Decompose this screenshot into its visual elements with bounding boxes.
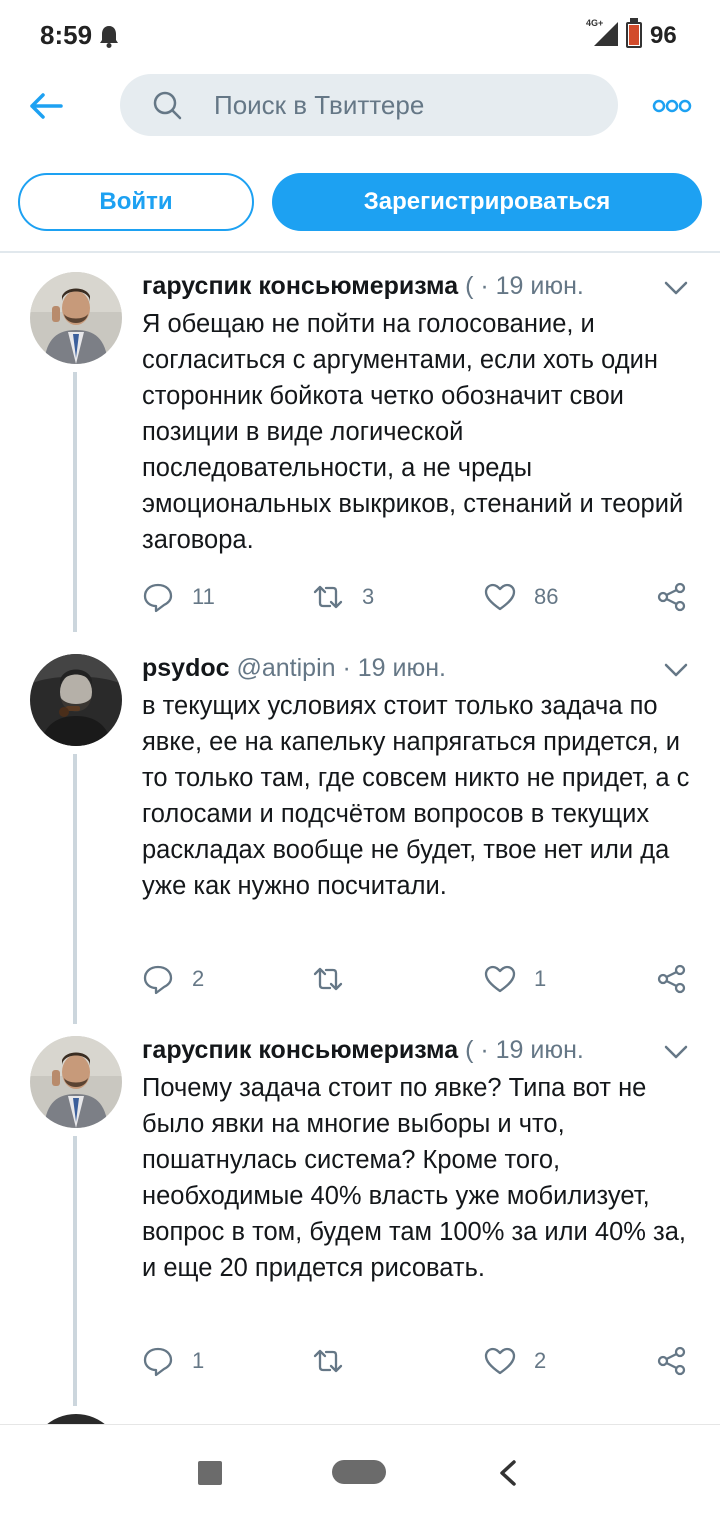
avatar[interactable] bbox=[30, 1036, 122, 1128]
thread-line bbox=[73, 1136, 77, 1406]
tweet-actions: 1 2 bbox=[142, 1344, 702, 1378]
like-count: 86 bbox=[534, 584, 559, 609]
header: Поиск в Твиттере bbox=[0, 72, 720, 142]
signal-icon bbox=[594, 22, 618, 46]
tweet-date[interactable]: 19 июн. bbox=[358, 654, 446, 682]
battery-level: 96 bbox=[650, 22, 677, 49]
login-button[interactable]: Войти bbox=[18, 173, 254, 231]
tweet-text: в текущих условиях стоит только задача п… bbox=[142, 692, 690, 900]
tweet-date[interactable]: 19 июн. bbox=[496, 1036, 584, 1064]
retweet-button[interactable]: 3 bbox=[312, 580, 374, 614]
avatar[interactable] bbox=[30, 272, 122, 364]
retweet-icon bbox=[313, 967, 343, 991]
chevron-down-icon[interactable] bbox=[664, 280, 688, 296]
share-icon bbox=[657, 582, 686, 612]
share-button[interactable] bbox=[656, 1344, 688, 1378]
system-navigation-bar bbox=[0, 1424, 720, 1520]
tweet-date[interactable]: 19 июн. bbox=[496, 272, 584, 300]
tweet-text: Я обещаю не пойти на голосование, и согл… bbox=[142, 310, 684, 554]
retweet-icon bbox=[313, 1349, 343, 1373]
back-button[interactable] bbox=[26, 86, 66, 126]
recent-apps-icon[interactable] bbox=[198, 1461, 222, 1485]
tweet-header: psydoc @antipin · 19 июн. bbox=[142, 654, 662, 688]
status-time: 8:59 bbox=[40, 20, 93, 50]
signup-button[interactable]: Зарегистрироваться bbox=[272, 173, 702, 231]
tweet-actions: 2 1 bbox=[142, 962, 702, 996]
share-icon bbox=[657, 964, 686, 994]
reply-icon bbox=[143, 965, 173, 995]
share-icon bbox=[657, 1346, 686, 1376]
avatar-photo bbox=[30, 1036, 122, 1128]
tweet-separator: · bbox=[480, 272, 489, 300]
reply-count: 1 bbox=[192, 1348, 205, 1373]
more-options-icon[interactable] bbox=[650, 94, 694, 118]
like-button[interactable]: 2 bbox=[484, 1344, 546, 1378]
like-count: 1 bbox=[534, 966, 547, 991]
tweet-header: гаруспик консьюмеризма ( · 19 июн. bbox=[142, 272, 662, 306]
share-button[interactable] bbox=[656, 580, 688, 614]
reply-button[interactable]: 1 bbox=[142, 1344, 204, 1378]
like-count: 2 bbox=[534, 1348, 547, 1373]
reply-button[interactable]: 2 bbox=[142, 962, 204, 996]
battery-icon bbox=[626, 22, 642, 48]
tweet-header: гаруспик консьюмеризма ( · 19 июн. bbox=[142, 1036, 662, 1070]
search-input[interactable]: Поиск в Твиттере bbox=[120, 74, 618, 136]
reply-icon bbox=[143, 583, 173, 613]
search-placeholder: Поиск в Твиттере bbox=[214, 90, 425, 120]
thread-line bbox=[73, 372, 77, 632]
heart-icon bbox=[484, 965, 516, 993]
reply-count: 11 bbox=[192, 584, 215, 609]
tweet-author-handle[interactable]: ( bbox=[465, 1036, 473, 1064]
tweet-author-handle[interactable]: @antipin bbox=[236, 654, 335, 682]
avatar-photo bbox=[30, 272, 122, 364]
reply-count: 2 bbox=[192, 966, 205, 991]
tweet-separator: · bbox=[342, 654, 351, 682]
retweet-button[interactable] bbox=[312, 962, 362, 996]
tweet-author-handle[interactable]: ( bbox=[465, 272, 473, 300]
home-button-icon[interactable] bbox=[332, 1460, 386, 1484]
auth-bar: Войти Зарегистрироваться bbox=[0, 173, 720, 231]
avatar-partial bbox=[30, 1414, 122, 1424]
notification-bell-icon bbox=[100, 26, 118, 48]
chevron-down-icon[interactable] bbox=[664, 1044, 688, 1060]
status-bar: 8:59 4G+ 96 bbox=[0, 0, 720, 72]
retweet-count: 3 bbox=[362, 584, 375, 609]
back-chevron-icon[interactable] bbox=[496, 1459, 520, 1487]
tweet-separator: · bbox=[480, 1036, 489, 1064]
like-button[interactable]: 1 bbox=[484, 962, 546, 996]
reply-button[interactable]: 11 bbox=[142, 580, 215, 614]
share-button[interactable] bbox=[656, 962, 688, 996]
retweet-button[interactable] bbox=[312, 1344, 362, 1378]
chevron-down-icon[interactable] bbox=[664, 662, 688, 678]
avatar-photo bbox=[30, 654, 122, 746]
tweet-author-name[interactable]: гаруспик консьюмеризма bbox=[142, 272, 458, 300]
tweet-author-name[interactable]: гаруспик консьюмеризма bbox=[142, 1036, 458, 1064]
arrow-left-icon bbox=[30, 93, 63, 119]
heart-icon bbox=[484, 583, 516, 611]
reply-icon bbox=[143, 1347, 173, 1377]
search-icon bbox=[153, 91, 182, 120]
tweet[interactable]: гаруспик консьюмеризма ( · 19 июн. Почем… bbox=[0, 1036, 720, 1406]
tweet-text: Почему задача стоит по явке? Типа вот не… bbox=[142, 1074, 686, 1282]
divider bbox=[0, 251, 720, 253]
tweet-author-name[interactable]: psydoc bbox=[142, 654, 230, 682]
like-button[interactable]: 86 bbox=[484, 580, 558, 614]
avatar[interactable] bbox=[30, 654, 122, 746]
heart-icon bbox=[484, 1347, 516, 1375]
tweet-actions: 11 3 86 bbox=[142, 580, 702, 614]
tweet[interactable]: psydoc @antipin · 19 июн. в текущих усло… bbox=[0, 654, 720, 1024]
tweet[interactable]: гаруспик консьюмеризма ( · 19 июн. Я обе… bbox=[0, 272, 720, 632]
thread-line bbox=[73, 754, 77, 1024]
retweet-icon bbox=[313, 585, 343, 609]
